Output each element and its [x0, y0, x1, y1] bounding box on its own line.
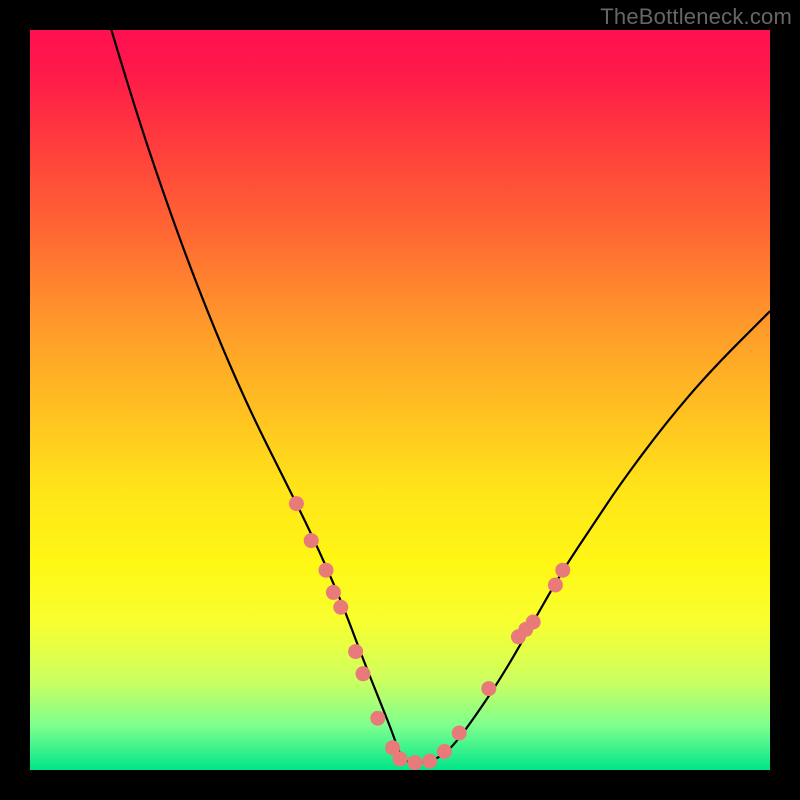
curve-marker-dot [348, 644, 363, 659]
curve-marker-dot [356, 666, 371, 681]
curve-marker-dot [452, 726, 467, 741]
curve-marker-dot [526, 615, 541, 630]
curve-marker-dot [407, 755, 422, 770]
curve-marker-dot [393, 751, 408, 766]
curve-marker-dot [422, 754, 437, 769]
curve-marker-dot [481, 681, 496, 696]
curve-marker-dot [304, 533, 319, 548]
bottleneck-curve [111, 30, 770, 763]
curve-marker-dot [370, 711, 385, 726]
curve-marker-dot [548, 578, 563, 593]
watermark-text: TheBottleneck.com [600, 4, 792, 30]
curve-markers [289, 496, 570, 770]
curve-marker-dot [333, 600, 348, 615]
curve-marker-dot [555, 563, 570, 578]
curve-marker-dot [437, 744, 452, 759]
chart-svg [30, 30, 770, 770]
outer-frame: TheBottleneck.com [0, 0, 800, 800]
curve-marker-dot [326, 585, 341, 600]
curve-marker-dot [289, 496, 304, 511]
plot-area [30, 30, 770, 770]
curve-marker-dot [319, 563, 334, 578]
